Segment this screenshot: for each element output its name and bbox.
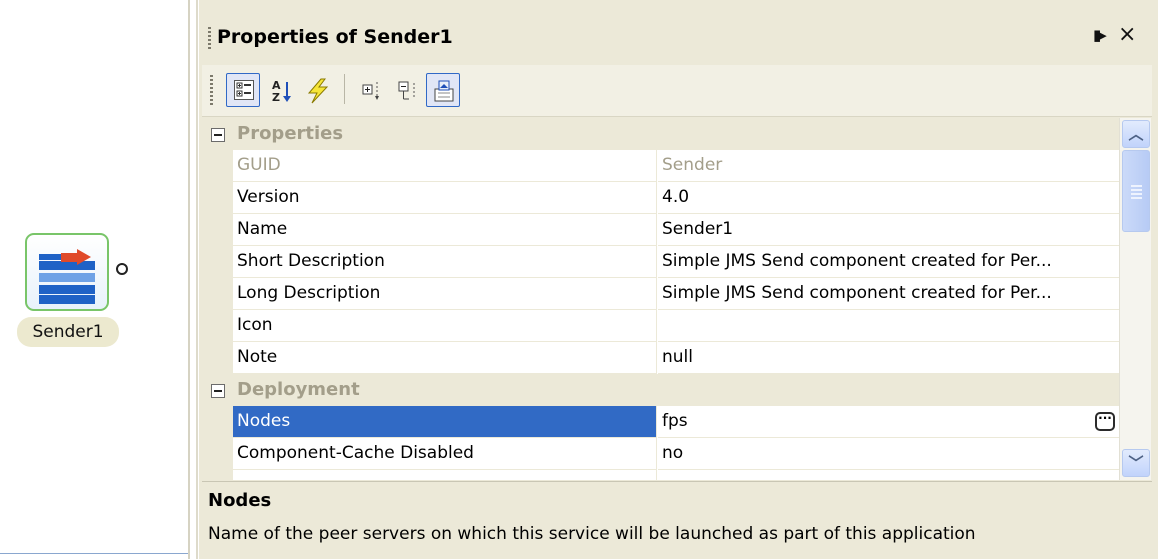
categorized-view-button[interactable] — [226, 73, 260, 107]
property-name — [233, 470, 657, 480]
property-value[interactable]: fps ··· — [658, 406, 1119, 438]
pin-icon[interactable]: ▮▸ — [1093, 26, 1107, 44]
scroll-down-button[interactable]: ﹀ — [1122, 449, 1150, 477]
component-lines — [39, 249, 95, 304]
row-gutter — [202, 406, 233, 438]
row-gutter — [202, 214, 233, 246]
description-title: Nodes — [208, 490, 272, 511]
toolbar-separator — [344, 74, 345, 104]
property-value[interactable]: Simple JMS Send component created for Pe… — [658, 278, 1119, 310]
events-button[interactable] — [300, 73, 334, 107]
category-label: Properties — [237, 123, 344, 144]
row-gutter — [202, 278, 233, 310]
property-name: GUID — [233, 150, 657, 182]
category-label: Deployment — [237, 379, 360, 400]
svg-text:Z: Z — [272, 91, 280, 103]
property-row-nodes[interactable]: Nodes fps ··· — [202, 406, 1119, 438]
lightning-icon — [307, 78, 329, 104]
row-gutter — [202, 310, 233, 342]
chevron-down-icon: ﹀ — [1128, 454, 1144, 472]
property-row-partial[interactable] — [202, 470, 1119, 480]
close-icon[interactable]: × — [1118, 23, 1136, 47]
property-row-component-cache-disabled[interactable]: Component-Cache Disabled no — [202, 438, 1119, 470]
alphabetical-sort-button[interactable]: A Z — [264, 73, 298, 107]
send-arrow-icon — [39, 249, 91, 265]
category-properties[interactable]: Properties — [202, 118, 1119, 150]
property-value[interactable] — [658, 470, 1119, 480]
property-name: Short Description — [233, 246, 657, 278]
expand-icon — [362, 82, 379, 100]
row-gutter — [202, 342, 233, 374]
description-text: Name of the peer servers on which this s… — [208, 524, 976, 544]
collapse-toggle-icon[interactable] — [211, 128, 225, 142]
property-value[interactable]: no — [658, 438, 1119, 470]
properties-panel: Properties of Sender1 ▮▸ × A Z Propertie… — [199, 0, 1158, 559]
property-name: Nodes — [233, 406, 657, 438]
property-value[interactable]: Sender1 — [658, 214, 1119, 246]
property-value[interactable]: Simple JMS Send component created for Pe… — [658, 246, 1119, 278]
property-value[interactable] — [658, 310, 1119, 342]
property-name: Component-Cache Disabled — [233, 438, 657, 470]
property-name: Note — [233, 342, 657, 374]
output-port[interactable] — [116, 263, 128, 275]
property-pages-icon — [434, 80, 454, 102]
panel-top-border — [199, 0, 1158, 4]
property-value-text: fps — [662, 411, 688, 431]
property-row-name[interactable]: Name Sender1 — [202, 214, 1119, 246]
panel-border — [196, 0, 198, 559]
scroll-thumb[interactable] — [1122, 150, 1150, 232]
row-gutter — [202, 246, 233, 278]
row-gutter — [202, 150, 233, 182]
property-value: Sender — [658, 150, 1119, 182]
panel-titlebar[interactable]: Properties of Sender1 ▮▸ × — [202, 17, 1152, 61]
property-row-version[interactable]: Version 4.0 — [202, 182, 1119, 214]
description-pane: Nodes Name of the peer servers on which … — [202, 481, 1152, 559]
property-value[interactable]: 4.0 — [658, 182, 1119, 214]
property-grid[interactable]: Properties GUID Sender Version 4.0 Name … — [202, 118, 1119, 480]
property-row-note[interactable]: Note null — [202, 342, 1119, 374]
properties-toolbar: A Z — [202, 65, 1152, 117]
categorized-icon — [234, 80, 254, 100]
panel-title: Properties of Sender1 — [217, 26, 453, 48]
sender-component-icon[interactable] — [25, 233, 109, 311]
property-row-short-description[interactable]: Short Description Simple JMS Send compon… — [202, 246, 1119, 278]
scroll-up-button[interactable]: ︿ — [1122, 120, 1150, 148]
property-row-long-description[interactable]: Long Description Simple JMS Send compone… — [202, 278, 1119, 310]
canvas-divider — [0, 553, 188, 554]
sort-az-icon: A Z — [272, 79, 291, 103]
expand-all-button[interactable] — [354, 73, 388, 107]
property-name: Name — [233, 214, 657, 246]
collapse-icon — [398, 81, 415, 100]
collapse-all-button[interactable] — [390, 73, 424, 107]
splitter[interactable] — [188, 0, 190, 559]
collapse-toggle-icon[interactable] — [211, 384, 225, 398]
property-row-icon[interactable]: Icon — [202, 310, 1119, 342]
property-name: Version — [233, 182, 657, 214]
property-name: Icon — [233, 310, 657, 342]
row-gutter — [202, 438, 233, 470]
property-value[interactable]: null — [658, 342, 1119, 374]
chevron-up-icon: ︿ — [1128, 125, 1144, 143]
property-pages-button[interactable] — [426, 73, 460, 107]
row-gutter — [202, 182, 233, 214]
property-name: Long Description — [233, 278, 657, 310]
row-gutter — [202, 470, 233, 480]
property-row-guid[interactable]: GUID Sender — [202, 150, 1119, 182]
ellipsis-button[interactable]: ··· — [1095, 412, 1115, 431]
component-label[interactable]: Sender1 — [17, 317, 119, 347]
category-deployment[interactable]: Deployment — [202, 374, 1119, 406]
orchestration-canvas[interactable]: Sender1 — [0, 0, 188, 559]
vertical-scrollbar[interactable]: ︿ ﹀ — [1119, 118, 1151, 480]
drag-grip[interactable] — [208, 27, 211, 51]
toolbar-grip[interactable] — [210, 75, 213, 107]
